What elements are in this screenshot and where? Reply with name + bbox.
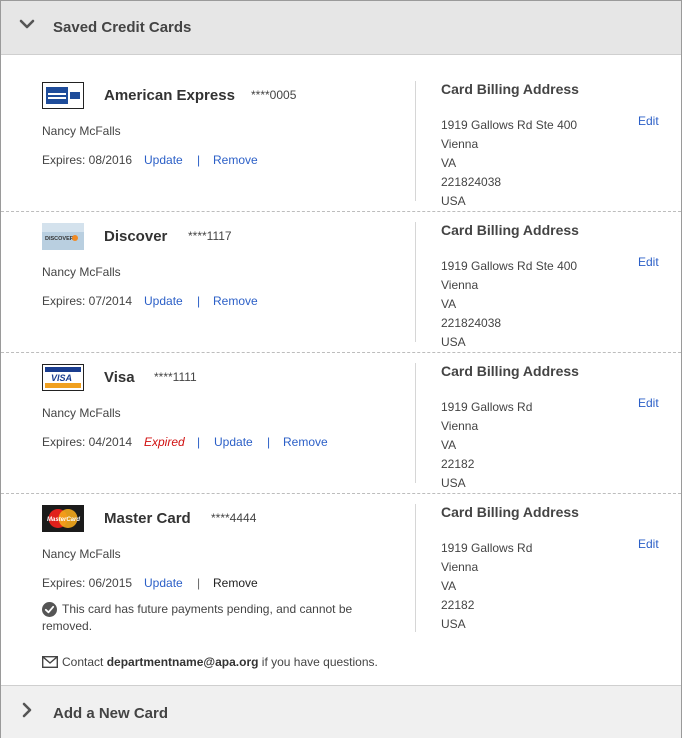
address-zip: 22182 bbox=[441, 457, 475, 471]
svg-text:DISCOVER: DISCOVER bbox=[45, 236, 74, 242]
billing-address-title: Card Billing Address bbox=[441, 222, 579, 238]
billing-address-title: Card Billing Address bbox=[441, 81, 579, 97]
card-masked-number: ****1111 bbox=[154, 370, 197, 384]
address-street: 1919 Gallows Rd Ste 400 bbox=[441, 259, 578, 273]
chevron-right-icon bbox=[22, 702, 32, 718]
address-street: 1919 Gallows Rd bbox=[441, 400, 533, 414]
card-brand-name: Master Card bbox=[104, 510, 191, 527]
remove-card-link[interactable]: Remove bbox=[213, 294, 258, 308]
column-divider bbox=[415, 504, 416, 632]
saved-cards-panel: Saved Credit Cards American Express ****… bbox=[0, 0, 682, 738]
card-masked-number: ****0005 bbox=[251, 88, 297, 102]
address-country: USA bbox=[441, 617, 466, 631]
card-holder-name: Nancy McFalls bbox=[42, 265, 121, 279]
saved-cards-header[interactable]: Saved Credit Cards bbox=[1, 1, 681, 55]
column-divider bbox=[415, 81, 416, 201]
check-circle-icon bbox=[42, 602, 57, 617]
update-card-link[interactable]: Update bbox=[144, 576, 183, 590]
card-brand-name: American Express bbox=[104, 87, 235, 104]
address-state: VA bbox=[441, 438, 457, 452]
address-zip: 221824038 bbox=[441, 316, 502, 330]
address-city: Vienna bbox=[441, 560, 479, 574]
link-separator: | bbox=[197, 576, 201, 590]
link-separator: | bbox=[197, 294, 201, 308]
billing-address-title: Card Billing Address bbox=[441, 504, 579, 520]
address-country: USA bbox=[441, 335, 466, 349]
address-country: USA bbox=[441, 194, 466, 208]
contact-email[interactable]: departmentname@apa.org bbox=[107, 655, 259, 669]
column-divider bbox=[415, 363, 416, 483]
update-card-link[interactable]: Update bbox=[144, 153, 183, 167]
amex-logo-icon bbox=[42, 82, 84, 109]
remove-card-link[interactable]: Remove bbox=[213, 153, 258, 167]
edit-billing-address-link[interactable]: Edit bbox=[638, 114, 659, 128]
card-amex: American Express ****0005 Nancy McFalls … bbox=[1, 71, 681, 212]
remove-card-link[interactable]: Remove bbox=[283, 435, 328, 449]
card-holder-name: Nancy McFalls bbox=[42, 406, 121, 420]
address-zip: 221824038 bbox=[441, 175, 502, 189]
card-brand-name: Visa bbox=[104, 369, 135, 386]
address-city: Vienna bbox=[441, 419, 479, 433]
address-zip: 22182 bbox=[441, 598, 475, 612]
mastercard-logo-icon: MasterCard bbox=[42, 505, 84, 532]
edit-billing-address-link[interactable]: Edit bbox=[638, 255, 659, 269]
update-card-link[interactable]: Update bbox=[144, 294, 183, 308]
column-divider bbox=[415, 222, 416, 342]
link-separator: | bbox=[197, 435, 201, 449]
address-city: Vienna bbox=[441, 278, 479, 292]
svg-text:VISA: VISA bbox=[51, 373, 72, 383]
saved-cards-title: Saved Credit Cards bbox=[53, 19, 192, 36]
link-separator: | bbox=[267, 435, 271, 449]
card-expiration: Expires: 07/2014 bbox=[42, 294, 133, 308]
edit-billing-address-link[interactable]: Edit bbox=[638, 537, 659, 551]
card-visa: VISA Visa ****1111 Nancy McFalls Expires… bbox=[1, 353, 681, 494]
contact-suffix: if you have questions. bbox=[261, 655, 378, 669]
card-expiration: Expires: 08/2016 bbox=[42, 153, 133, 167]
pending-payments-text: This card has future payments pending, a… bbox=[42, 602, 353, 633]
svg-text:MasterCard: MasterCard bbox=[47, 517, 80, 523]
card-expiration: Expires: 04/2014 bbox=[42, 435, 133, 449]
address-street: 1919 Gallows Rd Ste 400 bbox=[441, 118, 578, 132]
expired-label: Expired bbox=[144, 435, 185, 449]
visa-logo-icon: VISA bbox=[42, 364, 84, 391]
pending-payments-note: This card has future payments pending, a… bbox=[42, 601, 382, 635]
card-discover: DISCOVER Discover ****1117 Nancy McFalls… bbox=[1, 212, 681, 353]
remove-card-disabled: Remove bbox=[213, 576, 258, 590]
update-card-link[interactable]: Update bbox=[214, 435, 253, 449]
address-state: VA bbox=[441, 297, 457, 311]
contact-line: Contact departmentname@apa.org if you ha… bbox=[42, 655, 378, 669]
address-city: Vienna bbox=[441, 137, 479, 151]
card-masked-number: ****1117 bbox=[188, 229, 232, 243]
add-new-card-header[interactable]: Add a New Card bbox=[1, 685, 681, 738]
card-expiration: Expires: 06/2015 bbox=[42, 576, 133, 590]
card-holder-name: Nancy McFalls bbox=[42, 124, 121, 138]
contact-prefix: Contact bbox=[62, 655, 104, 669]
card-holder-name: Nancy McFalls bbox=[42, 547, 121, 561]
link-separator: | bbox=[197, 153, 201, 167]
billing-address-title: Card Billing Address bbox=[441, 363, 579, 379]
card-masked-number: ****4444 bbox=[211, 511, 257, 525]
add-new-card-title: Add a New Card bbox=[53, 705, 169, 722]
envelope-icon bbox=[42, 656, 58, 668]
chevron-down-icon bbox=[19, 19, 35, 29]
edit-billing-address-link[interactable]: Edit bbox=[638, 396, 659, 410]
address-state: VA bbox=[441, 579, 457, 593]
discover-logo-icon: DISCOVER bbox=[42, 223, 84, 250]
address-country: USA bbox=[441, 476, 466, 490]
address-state: VA bbox=[441, 156, 457, 170]
card-brand-name: Discover bbox=[104, 228, 168, 245]
address-street: 1919 Gallows Rd bbox=[441, 541, 533, 555]
